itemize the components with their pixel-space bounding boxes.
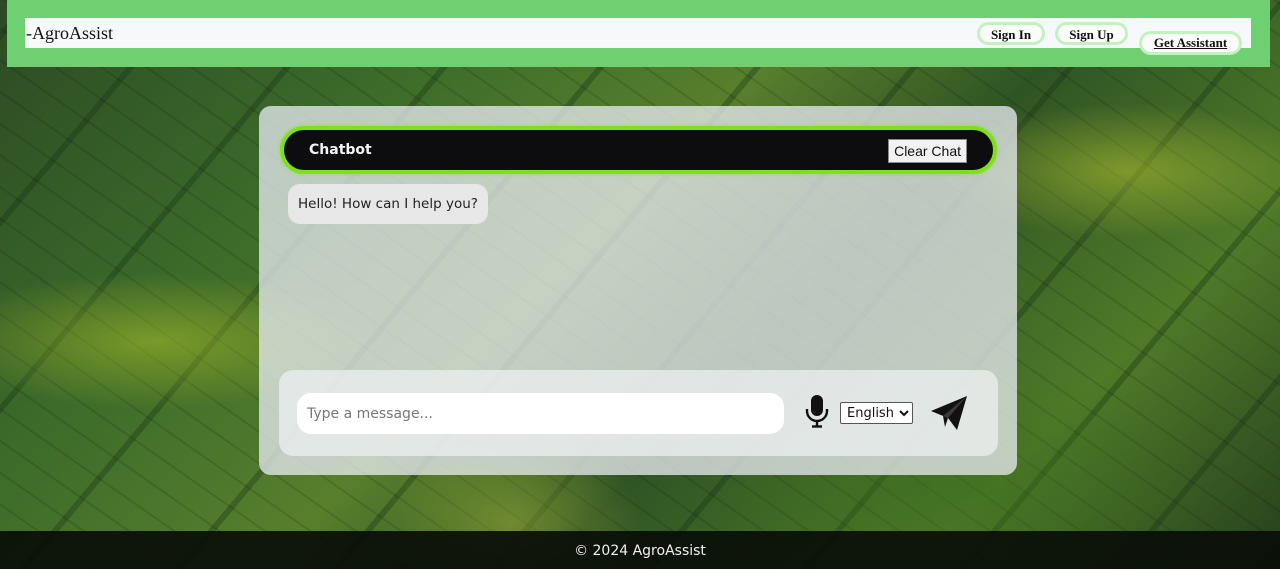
- sign-up-button[interactable]: Sign Up: [1055, 22, 1128, 45]
- chatbot-panel: Chatbot Clear Chat Hello! How can I help…: [259, 106, 1017, 475]
- sign-in-button[interactable]: Sign In: [977, 22, 1045, 45]
- navbar-inner: -AgroAssist Sign In Sign Up Get Assistan…: [25, 18, 1251, 55]
- microphone-icon[interactable]: [805, 394, 829, 428]
- language-select[interactable]: English: [840, 402, 913, 424]
- chat-header: Chatbot Clear Chat: [280, 126, 997, 174]
- footer: © 2024 AgroAssist: [0, 531, 1280, 569]
- paper-plane-icon[interactable]: [929, 394, 969, 432]
- bot-message-bubble: Hello! How can I help you?: [288, 184, 488, 224]
- message-composer: English: [279, 370, 998, 456]
- chat-title: Chatbot: [309, 142, 372, 158]
- message-input[interactable]: [297, 393, 784, 434]
- brand-logo-text[interactable]: -AgroAssist: [26, 23, 113, 43]
- footer-copyright: © 2024 AgroAssist: [574, 543, 706, 559]
- clear-chat-button[interactable]: Clear Chat: [888, 139, 967, 163]
- get-assistant-link[interactable]: Get Assistant: [1139, 31, 1242, 55]
- top-navbar: -AgroAssist Sign In Sign Up Get Assistan…: [7, 0, 1270, 67]
